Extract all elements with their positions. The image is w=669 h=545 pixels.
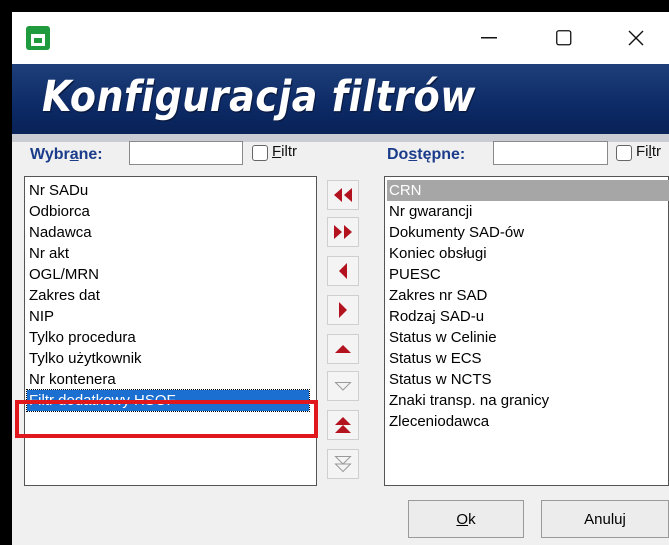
app-icon xyxy=(26,26,50,50)
selected-list[interactable]: Nr SADu Odbiorca Nadawca Nr akt OGL/MRN … xyxy=(24,176,317,486)
move-up-button[interactable] xyxy=(327,334,359,364)
move-bottom-icon xyxy=(334,456,352,473)
move-left-button[interactable] xyxy=(327,256,359,286)
move-top-icon xyxy=(335,417,351,433)
list-item[interactable]: Odbiorca xyxy=(27,201,90,222)
dialog-banner: Konfiguracja filtrów xyxy=(12,64,669,142)
maximize-button[interactable] xyxy=(533,12,595,64)
filter-config-window: Konfiguracja filtrów Wybrane: Filtr Dost… xyxy=(12,12,669,545)
available-list[interactable]: CRN Nr gwarancji Dokumenty SAD-ów Koniec… xyxy=(384,176,669,486)
list-item[interactable]: PUESC xyxy=(387,264,441,285)
list-item[interactable]: NIP xyxy=(27,306,54,327)
move-down-button[interactable] xyxy=(327,371,359,401)
down-arrow-icon xyxy=(334,382,352,391)
move-right-button[interactable] xyxy=(327,295,359,325)
available-list-item-selected[interactable]: CRN xyxy=(387,180,669,201)
right-arrow-icon xyxy=(339,302,347,318)
list-item[interactable]: Status w ECS xyxy=(387,348,482,369)
list-item[interactable]: Rodzaj SAD-u xyxy=(387,306,484,327)
selected-filter-checkbox[interactable] xyxy=(252,145,268,161)
list-item[interactable]: OGL/MRN xyxy=(27,264,99,285)
up-arrow-icon xyxy=(335,345,351,353)
available-filter-checkbox[interactable] xyxy=(616,145,632,161)
ok-button[interactable]: Ok xyxy=(408,500,524,538)
list-item[interactable]: Tylko procedura xyxy=(27,327,136,348)
list-item[interactable]: Nr kontenera xyxy=(27,369,116,390)
list-item[interactable]: Nr akt xyxy=(27,243,69,264)
close-button[interactable] xyxy=(605,12,667,64)
list-item[interactable]: Zakres nr SAD xyxy=(387,285,487,306)
selected-label: Wybrane: xyxy=(30,146,103,163)
minimize-button[interactable] xyxy=(458,12,520,64)
double-right-arrow-icon xyxy=(334,225,352,239)
list-item[interactable]: Status w NCTS xyxy=(387,369,492,390)
list-item[interactable]: Zleceniodawca xyxy=(387,411,489,432)
available-filter-label: Filtr xyxy=(636,143,662,160)
move-all-right-button[interactable] xyxy=(327,217,359,247)
selected-search-input[interactable] xyxy=(129,141,243,165)
selected-filter-label: Filtr xyxy=(272,143,297,160)
move-top-button[interactable] xyxy=(327,410,359,440)
title-bar xyxy=(12,12,669,64)
list-item[interactable]: Zakres dat xyxy=(27,285,100,306)
list-item[interactable]: Status w Celinie xyxy=(387,327,497,348)
left-arrow-icon xyxy=(339,263,347,279)
list-item[interactable]: Znaki transp. na granicy xyxy=(387,390,549,411)
highlight-frame xyxy=(15,400,318,438)
list-item[interactable]: Nadawca xyxy=(27,222,92,243)
list-item[interactable]: Dokumenty SAD-ów xyxy=(387,222,524,243)
dialog-title: Konfiguracja filtrów xyxy=(42,72,476,122)
available-label: Dostępne: xyxy=(387,146,466,163)
cancel-button[interactable]: Anuluj xyxy=(541,500,669,538)
move-bottom-button[interactable] xyxy=(327,449,359,479)
list-item[interactable]: Nr SADu xyxy=(27,180,88,201)
list-item[interactable]: Tylko użytkownik xyxy=(27,348,142,369)
move-all-left-button[interactable] xyxy=(327,180,359,210)
list-item[interactable]: Nr gwarancji xyxy=(387,201,472,222)
list-item[interactable]: Koniec obsługi xyxy=(387,243,487,264)
double-left-arrow-icon xyxy=(334,188,352,202)
available-search-input[interactable] xyxy=(493,141,608,165)
